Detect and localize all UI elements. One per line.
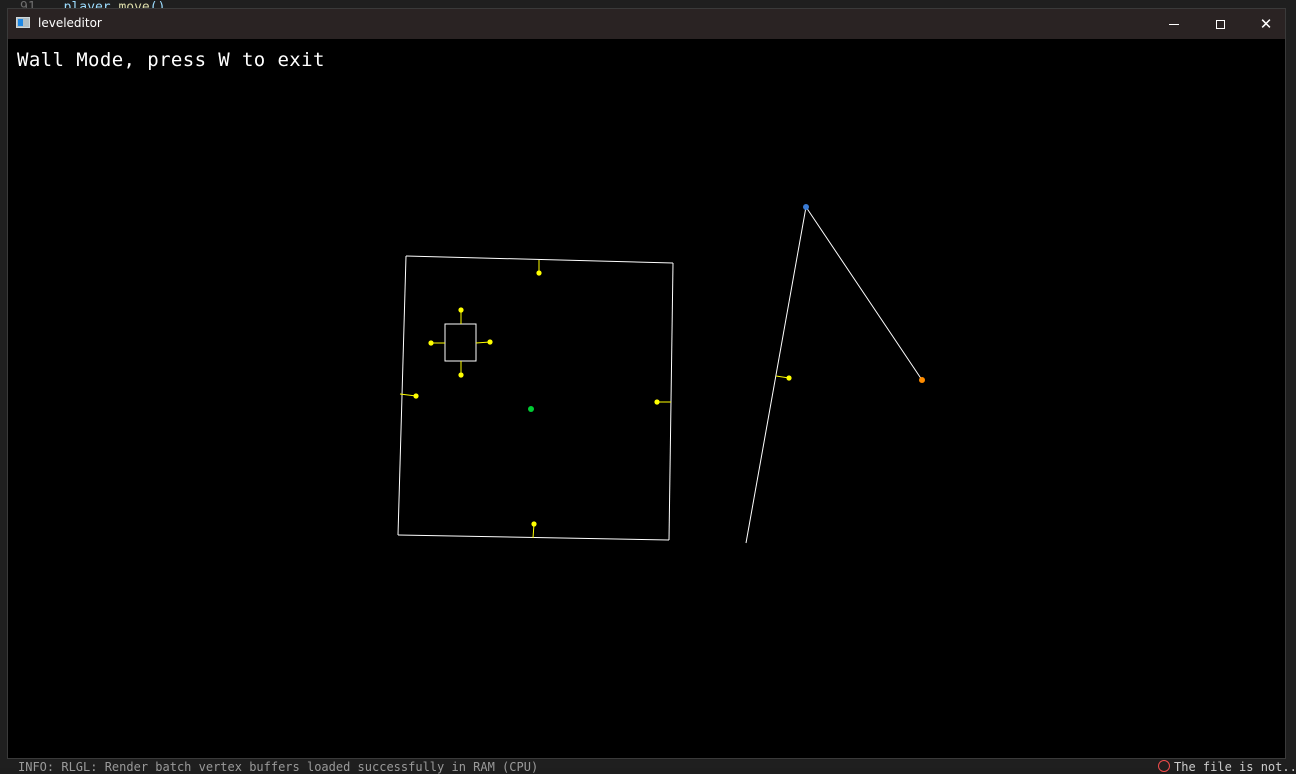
close-button[interactable]: ✕: [1243, 9, 1285, 39]
minimize-icon: [1169, 23, 1179, 25]
background-terminal-text: INFO: RLGL: Render batch vertex buffers …: [18, 760, 539, 774]
editor-canvas[interactable]: Wall Mode, press W to exit: [8, 39, 1286, 759]
pillar-handle-bottom[interactable]: [458, 372, 464, 378]
wall-end-point[interactable]: [919, 377, 925, 383]
wall-left[interactable]: [397, 255, 407, 536]
level-geometry[interactable]: [8, 39, 1286, 759]
minimize-button[interactable]: [1151, 9, 1197, 39]
wall-segment-long[interactable]: [745, 206, 807, 544]
title-bar[interactable]: leveleditor ✕: [8, 9, 1285, 39]
pillar-handle-left[interactable]: [428, 340, 434, 346]
normal-handle-right[interactable]: [654, 399, 660, 405]
error-icon: [1158, 760, 1170, 772]
wall-start-point[interactable]: [803, 204, 809, 210]
background-status-item: The file is not...: [1158, 760, 1296, 774]
maximize-icon: [1215, 19, 1225, 29]
wall-segment-diagonal[interactable]: [805, 206, 923, 381]
normal-handle-left[interactable]: [413, 393, 419, 399]
maximize-button[interactable]: [1197, 9, 1243, 39]
normal-handle-top[interactable]: [536, 270, 542, 276]
segment-handle[interactable]: [786, 375, 792, 381]
normal-handle-bottom[interactable]: [531, 521, 537, 527]
window-title: leveleditor: [38, 16, 102, 30]
player-spawn-marker[interactable]: [528, 406, 534, 412]
pillar-handle-top[interactable]: [458, 307, 464, 313]
pillar-box[interactable]: [444, 323, 477, 362]
app-window-icon: [16, 17, 30, 28]
leveleditor-window: leveleditor ✕ Wall Mode, press W to exit: [7, 8, 1286, 759]
close-icon: ✕: [1259, 15, 1273, 33]
pillar-handle-right[interactable]: [487, 339, 493, 345]
